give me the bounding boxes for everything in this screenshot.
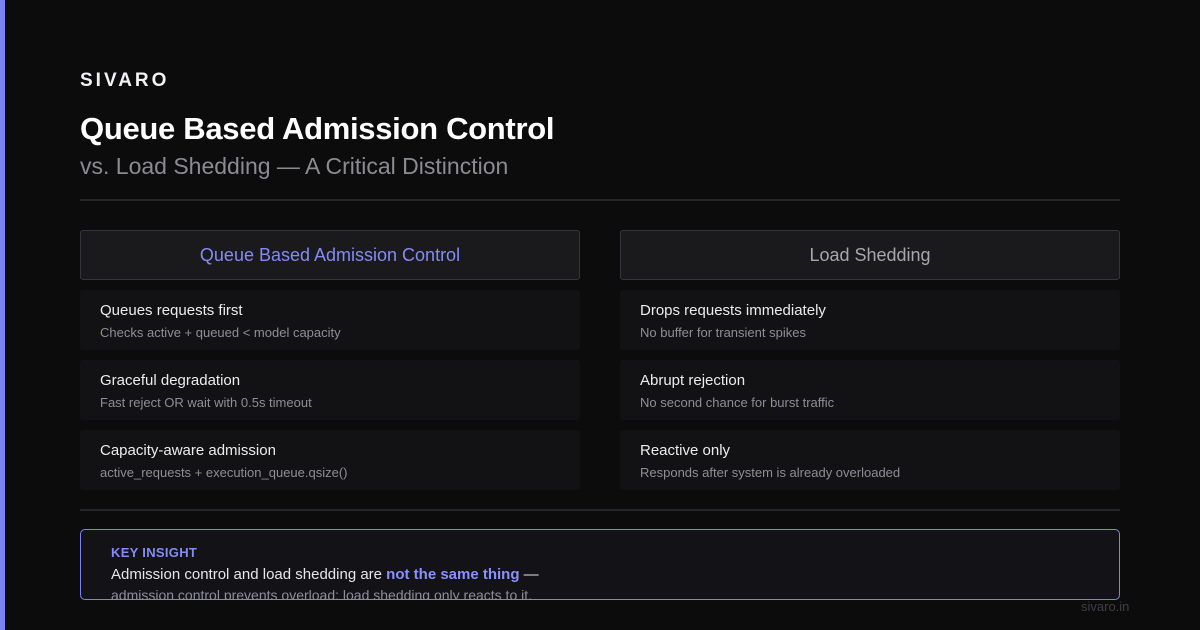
page-title: Queue Based Admission Control [80,111,555,146]
list-item: Graceful degradation Fast reject OR wait… [80,360,580,420]
list-item: Abrupt rejection No second chance for bu… [620,360,1120,420]
insight-suffix: — [519,566,539,583]
bottom-divider [80,509,1120,511]
load-shedding-column: Load Shedding Drops requests immediately… [620,230,1120,490]
list-item: Reactive only Responds after system is a… [620,430,1120,490]
footer-url: sivaro.in [1081,599,1130,614]
list-item: Capacity-aware admission active_requests… [80,430,580,490]
load-shedding-header: Load Shedding [620,230,1120,280]
accent-bar [0,0,5,630]
card-title: Abrupt rejection [640,372,746,389]
page-subtitle: vs. Load Shedding — A Critical Distincti… [80,153,509,179]
insight-detail: admission control prevents overload; loa… [111,587,533,600]
insight-prefix: Admission control and load shedding are [111,566,387,583]
card-desc: Responds after system is already overloa… [640,465,901,480]
brand-logo: SIVARO [80,70,170,91]
card-desc: No second chance for burst traffic [640,395,835,410]
card-desc: Fast reject OR wait with 0.5s timeout [100,395,312,410]
insight-highlight: not the same thing [386,566,520,583]
card-title: Drops requests immediately [640,302,826,319]
card-title: Reactive only [640,442,731,459]
card-desc: No buffer for transient spikes [640,325,806,340]
top-divider [80,199,1120,201]
card-desc: Checks active + queued < model capacity [100,325,341,340]
admission-control-header: Queue Based Admission Control [80,230,580,280]
insight-label: KEY INSIGHT [111,545,198,560]
card-desc: active_requests + execution_queue.qsize(… [100,465,348,480]
card-title: Capacity-aware admission [100,442,276,459]
card-title: Queues requests first [100,302,243,319]
key-insight-box: KEY INSIGHT Admission control and load s… [80,529,1120,600]
admission-control-column: Queue Based Admission Control Queues req… [80,230,580,490]
card-title: Graceful degradation [100,372,241,389]
list-item: Drops requests immediately No buffer for… [620,290,1120,350]
insight-text: Admission control and load shedding are … [111,566,1089,584]
list-item: Queues requests first Checks active + qu… [80,290,580,350]
